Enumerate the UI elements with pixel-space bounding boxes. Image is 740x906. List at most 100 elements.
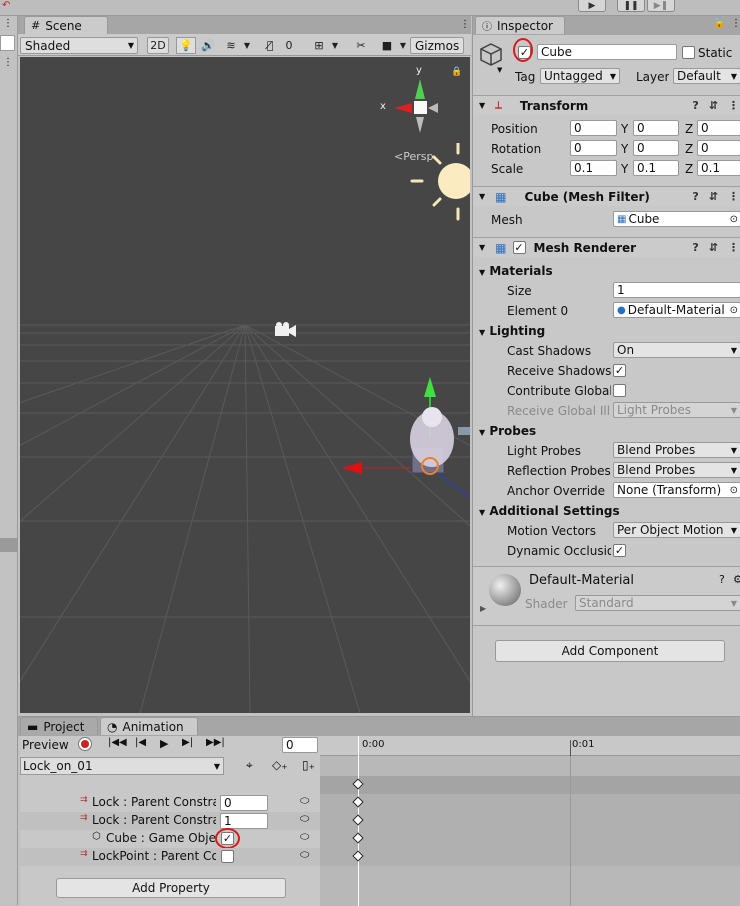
key-toggle-icon[interactable]: ⬭ xyxy=(300,812,309,826)
hierarchy-menu-icon[interactable]: ⋮ xyxy=(3,57,13,68)
prev-key-icon[interactable]: |◀ xyxy=(135,737,146,748)
audio-toggle-icon[interactable]: 🔊 xyxy=(198,37,218,54)
contribute-gi-checkbox[interactable] xyxy=(613,384,626,397)
property-checkbox[interactable] xyxy=(221,850,234,863)
scene-viewport[interactable]: y x 🔒 <Persp xyxy=(20,57,470,713)
scene-menu-icon[interactable]: ⋮ xyxy=(460,19,470,30)
pause-button[interactable]: ❚❚ xyxy=(617,0,645,12)
grid-dropdown-icon[interactable]: ▼ xyxy=(330,37,340,54)
menu-icon[interactable]: ⋮ xyxy=(728,190,739,203)
size-field[interactable]: 1 xyxy=(613,282,740,298)
mesh-field[interactable]: ▦ Cube ⊙ xyxy=(613,211,740,227)
lock-icon[interactable]: 🔒 xyxy=(451,67,462,77)
add-component-button[interactable]: Add Component xyxy=(495,640,725,662)
help-icon[interactable]: ? xyxy=(692,99,698,112)
rotation-x-field[interactable]: 0 xyxy=(570,140,617,156)
property-row[interactable]: ⇉ Lock : Parent Constrai 1 ⬭ xyxy=(20,812,320,830)
material-settings-icon[interactable]: ⚙ xyxy=(733,573,740,586)
menu-icon[interactable]: ⋮ xyxy=(728,99,739,112)
light-probes-dropdown[interactable]: Blend Probes ▼ xyxy=(613,442,740,458)
object-picker-icon[interactable]: ⊙ xyxy=(730,485,738,496)
property-value-field[interactable]: 1 xyxy=(220,813,268,829)
layer-dropdown[interactable]: Default ▼ xyxy=(673,68,740,84)
shading-mode-dropdown[interactable]: Shaded ▼ xyxy=(20,37,138,54)
key-toggle-icon[interactable]: ⬭ xyxy=(300,830,309,844)
camera-dropdown-icon[interactable]: ▼ xyxy=(398,37,408,54)
frame-field[interactable]: 0 xyxy=(282,737,318,753)
shader-dropdown[interactable]: Standard ▼ xyxy=(575,595,740,611)
help-icon[interactable]: ? xyxy=(692,190,698,203)
tab-animation[interactable]: ◔ Animation xyxy=(100,717,198,735)
hierarchy-menu-icon[interactable]: ⋮ xyxy=(3,18,13,29)
property-row[interactable]: ⬡ Cube : Game Object ✓ ⬭ xyxy=(20,828,320,849)
add-event-icon[interactable]: ◇₊ xyxy=(272,758,288,772)
tab-project[interactable]: ▬ Project xyxy=(20,717,98,735)
object-name-field[interactable]: Cube xyxy=(537,44,677,60)
inspector-menu-icon[interactable]: ⋮ xyxy=(731,18,740,29)
toggle-2d-button[interactable]: 2D xyxy=(147,37,169,54)
gizmos-dropdown[interactable]: Gizmos xyxy=(410,37,464,54)
first-key-icon[interactable]: |◀◀ xyxy=(108,737,127,748)
anchor-override-field[interactable]: None (Transform) ⊙ xyxy=(613,482,740,498)
rotation-z-label[interactable]: Z xyxy=(685,142,693,156)
dynamic-occlusion-checkbox[interactable]: ✓ xyxy=(613,544,626,557)
property-row[interactable]: ⇉ Lock : Parent Constrai 0 ⬭ xyxy=(20,794,320,812)
undo-history-icon[interactable]: ↶ xyxy=(2,0,10,11)
lighting-foldout[interactable]: ▼ Lighting xyxy=(479,324,545,338)
tab-inspector[interactable]: ⓘ Inspector xyxy=(475,16,565,34)
help-icon[interactable]: ? xyxy=(692,241,698,254)
tag-dropdown[interactable]: Untagged ▼ xyxy=(540,68,620,84)
play-anim-icon[interactable]: ▶ xyxy=(160,737,168,750)
motion-vectors-dropdown[interactable]: Per Object Motion ▼ xyxy=(613,522,740,538)
probes-foldout[interactable]: ▼ Probes xyxy=(479,424,536,438)
orientation-gizmo[interactable]: y x xyxy=(380,65,450,135)
add-keyframe-icon[interactable]: ⌖ xyxy=(246,758,253,773)
menu-icon[interactable]: ⋮ xyxy=(728,241,739,254)
rotation-y-label[interactable]: Y xyxy=(621,142,628,156)
position-z-field[interactable]: 0 xyxy=(697,120,740,136)
effects-toggle-icon[interactable]: ≋ xyxy=(222,37,240,54)
reflection-probes-dropdown[interactable]: Blend Probes ▼ xyxy=(613,462,740,478)
preview-button[interactable]: Preview xyxy=(22,738,69,752)
scale-x-field[interactable]: 0.1 xyxy=(570,160,617,176)
receive-shadows-checkbox[interactable]: ✓ xyxy=(613,364,626,377)
materials-foldout[interactable]: ▼ Materials xyxy=(479,264,553,278)
settings-icon[interactable]: ⇵ xyxy=(709,241,718,254)
position-z-label[interactable]: Z xyxy=(685,122,693,136)
inspector-lock-icon[interactable]: 🔓 xyxy=(713,18,725,29)
object-picker-icon[interactable]: ⊙ xyxy=(730,214,738,225)
mesh-renderer-header[interactable]: ▼ ▦ ✓ Mesh Renderer ? ⇵ ⋮ xyxy=(473,237,740,257)
effects-dropdown-icon[interactable]: ▼ xyxy=(242,37,252,54)
object-picker-icon[interactable]: ⊙ xyxy=(730,305,738,316)
scale-z-field[interactable]: 0.1 xyxy=(697,160,740,176)
add-property-button[interactable]: Add Property xyxy=(56,878,286,898)
key-toggle-icon[interactable]: ⬭ xyxy=(300,794,309,808)
position-x-field[interactable]: 0 xyxy=(570,120,617,136)
record-button[interactable] xyxy=(78,737,92,751)
element0-field[interactable]: ● Default-Material ⊙ xyxy=(613,302,740,318)
cast-shadows-dropdown[interactable]: On ▼ xyxy=(613,342,740,358)
material-help-icon[interactable]: ? xyxy=(719,573,725,586)
hierarchy-search-field[interactable] xyxy=(0,35,15,51)
rotation-y-field[interactable]: 0 xyxy=(633,140,679,156)
settings-icon[interactable]: ⇵ xyxy=(709,99,718,112)
material-foldout-icon[interactable]: ▶ xyxy=(480,604,486,613)
add-event-marker-icon[interactable]: ▯₊ xyxy=(302,758,315,772)
tab-scene[interactable]: # Scene xyxy=(24,16,108,34)
lighting-toggle-icon[interactable]: 💡 xyxy=(176,37,196,54)
additional-settings-foldout[interactable]: ▼ Additional Settings xyxy=(479,504,620,518)
property-value-field[interactable]: 0 xyxy=(220,795,268,811)
dopesheet[interactable]: 0:00 0:01 xyxy=(320,736,740,906)
scene-visibility-icon[interactable]: 👁̸ xyxy=(258,37,282,54)
key-toggle-icon[interactable]: ⬭ xyxy=(300,848,309,862)
position-y-label[interactable]: Y xyxy=(621,122,628,136)
grid-toggle-icon[interactable]: ⊞ xyxy=(310,37,328,54)
play-button[interactable]: ▶ xyxy=(578,0,606,12)
tools-icon[interactable]: ✂ xyxy=(352,37,370,54)
scale-y-label[interactable]: Y xyxy=(621,162,628,176)
camera-icon[interactable]: ■ xyxy=(378,37,396,54)
last-key-icon[interactable]: ▶▶| xyxy=(206,737,225,748)
mesh-renderer-enabled-checkbox[interactable]: ✓ xyxy=(512,241,526,254)
next-key-icon[interactable]: ▶| xyxy=(182,737,193,748)
camera-gizmo-icon[interactable] xyxy=(273,321,297,339)
